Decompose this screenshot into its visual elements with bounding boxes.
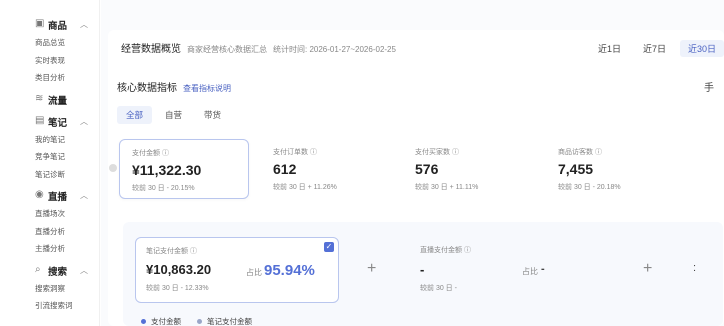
chevron-up-icon[interactable]: ︿: [80, 19, 88, 30]
tab-self[interactable]: 自营: [156, 106, 191, 124]
card-compare: 较前 30 日 - 12.33%: [146, 285, 209, 292]
tab-all[interactable]: 全部: [117, 106, 153, 124]
sidebar-item-live-analysis[interactable]: 直播分析: [0, 223, 99, 241]
metric-value: 7,455: [558, 161, 594, 177]
chevron-up-icon[interactable]: ︿: [80, 265, 88, 276]
section-title: 核心数据指标: [117, 83, 177, 94]
sidebar-section-label: 商品: [48, 21, 68, 32]
add-icon[interactable]: +: [367, 260, 376, 278]
legend-dot-icon: [197, 319, 202, 324]
sidebar-section-label: 直播: [48, 192, 68, 203]
card-value: -: [420, 262, 425, 277]
truncated-card-edge: :: [693, 262, 697, 274]
metric-card-buyers[interactable]: 支付买家数 ⓘ 576 较前 30 日 + 11.11%: [403, 139, 533, 199]
metric-value: 612: [273, 161, 297, 177]
scroll-left-icon[interactable]: [109, 164, 117, 172]
chevron-up-icon[interactable]: ︿: [80, 190, 88, 201]
overview-header: 经营数据概览 商家经营核心数据汇总 统计时间: 2026-01-27~2026-…: [121, 40, 396, 55]
sidebar-section-notes[interactable]: ▤ 笔记 ︿: [0, 113, 99, 131]
card-label: 笔记支付金额 ⓘ: [146, 248, 197, 255]
sidebar-item-host-analysis[interactable]: 主播分析: [0, 240, 99, 258]
sidebar-item-competing-notes[interactable]: 竞争笔记: [0, 148, 99, 166]
card-value: ¥10,863.20: [146, 262, 212, 277]
sidebar-item-my-notes[interactable]: 我的笔记: [0, 131, 99, 149]
legend-item[interactable]: 笔记支付金额: [197, 316, 252, 326]
legend-label: 支付金额: [151, 317, 181, 326]
ratio-label: 占比: [522, 267, 538, 276]
channel-tabs: 全部 自营 带货: [117, 106, 234, 124]
metric-compare: 较前 30 日 + 11.11%: [415, 184, 479, 191]
main-content: 经营数据概览 商家经营核心数据汇总 统计时间: 2026-01-27~2026-…: [101, 0, 724, 326]
card-compare: 较前 30 日 -: [420, 285, 457, 292]
tab-affiliate[interactable]: 带货: [195, 106, 230, 124]
range-7d[interactable]: 近7日: [635, 40, 674, 57]
core-metrics-header: 核心数据指标 查看指标说明: [117, 79, 231, 94]
legend-item[interactable]: 支付金额: [141, 316, 181, 326]
ratio-label: 占比: [246, 268, 262, 277]
metric-card-pay-amount[interactable]: 支付金额 ⓘ ¥11,322.30 较前 30 日 - 20.15%: [119, 139, 249, 199]
flow-icon: ≋: [35, 92, 44, 104]
sidebar-section-search[interactable]: ⌕ 搜索 ︿: [0, 262, 99, 280]
search-icon: ⌕: [35, 263, 41, 275]
note-icon: ▤: [35, 114, 45, 126]
sidebar-item-realtime[interactable]: 实时表现: [0, 52, 99, 70]
sidebar-section-live[interactable]: ◉ 直播 ︿: [0, 187, 99, 205]
checkbox-checked-icon[interactable]: ✓: [324, 242, 334, 252]
chevron-up-icon[interactable]: ︿: [80, 116, 88, 127]
metric-label: 支付订单数 ⓘ: [273, 149, 317, 156]
sidebar: ▣ 商品 ︿ 商品总览 实时表现 类目分析 ≋ 流量 ▤ 笔记 ︿ 我的笔记 竞…: [0, 0, 100, 326]
sidebar-section-label: 流量: [48, 95, 68, 107]
metric-compare: 较前 30 日 - 20.18%: [558, 184, 621, 191]
ratio-value: 95.94%: [264, 262, 315, 279]
metric-compare: 较前 30 日 + 11.26%: [273, 184, 337, 191]
ratio-value: -: [541, 263, 545, 275]
chart-legend: 支付金额 笔记支付金额: [141, 316, 268, 326]
more-button[interactable]: 手: [704, 79, 714, 94]
sidebar-item-goods-overview[interactable]: 商品总览: [0, 34, 99, 52]
metric-value: ¥11,322.30: [132, 162, 202, 178]
sidebar-section-traffic[interactable]: ≋ 流量: [0, 91, 99, 109]
date-range-tabs: 近1日 近7日 近30日: [584, 40, 724, 57]
legend-label: 笔记支付金额: [207, 317, 252, 326]
metric-help-link[interactable]: 查看指标说明: [183, 83, 231, 94]
sidebar-section-label: 笔记: [48, 117, 68, 129]
page-title: 经营数据概览: [121, 44, 181, 55]
sidebar-section-goods[interactable]: ▣ 商品 ︿: [0, 16, 99, 34]
sidebar-section-label: 搜索: [48, 266, 68, 278]
metric-label: 支付金额 ⓘ: [132, 150, 169, 157]
range-1d[interactable]: 近1日: [590, 40, 629, 57]
sidebar-item-note-diagnosis[interactable]: 笔记诊断: [0, 166, 99, 184]
range-30d[interactable]: 近30日: [679, 40, 724, 57]
sidebar-item-search-terms[interactable]: 引流搜索词: [0, 297, 99, 315]
page-subtitle: 商家经营核心数据汇总: [187, 45, 267, 54]
metric-card-orders[interactable]: 支付订单数 ⓘ 612 较前 30 日 + 11.26%: [261, 139, 391, 199]
note-pay-card[interactable]: 笔记支付金额 ⓘ ¥10,863.20 占比 95.94% 较前 30 日 - …: [135, 237, 339, 303]
metric-compare: 较前 30 日 - 20.15%: [132, 185, 195, 192]
metric-label: 支付买家数 ⓘ: [415, 149, 459, 156]
sidebar-item-category[interactable]: 类目分析: [0, 69, 99, 87]
sidebar-item-search-insight[interactable]: 搜索洞察: [0, 280, 99, 298]
legend-dot-icon: [141, 319, 146, 324]
add-icon[interactable]: +: [643, 260, 652, 278]
bag-icon: ▣: [35, 18, 45, 29]
metric-label: 商品访客数 ⓘ: [558, 149, 602, 156]
metric-card-visitors[interactable]: 商品访客数 ⓘ 7,455 较前 30 日 - 20.18%: [546, 139, 676, 199]
metric-value: 576: [415, 161, 439, 177]
live-icon: ◉: [35, 189, 44, 200]
sidebar-item-live-sessions[interactable]: 直播场次: [0, 205, 99, 223]
card-label: 直播支付金额 ⓘ: [420, 247, 471, 254]
stat-time: 统计时间: 2026-01-27~2026-02-25: [273, 45, 396, 54]
